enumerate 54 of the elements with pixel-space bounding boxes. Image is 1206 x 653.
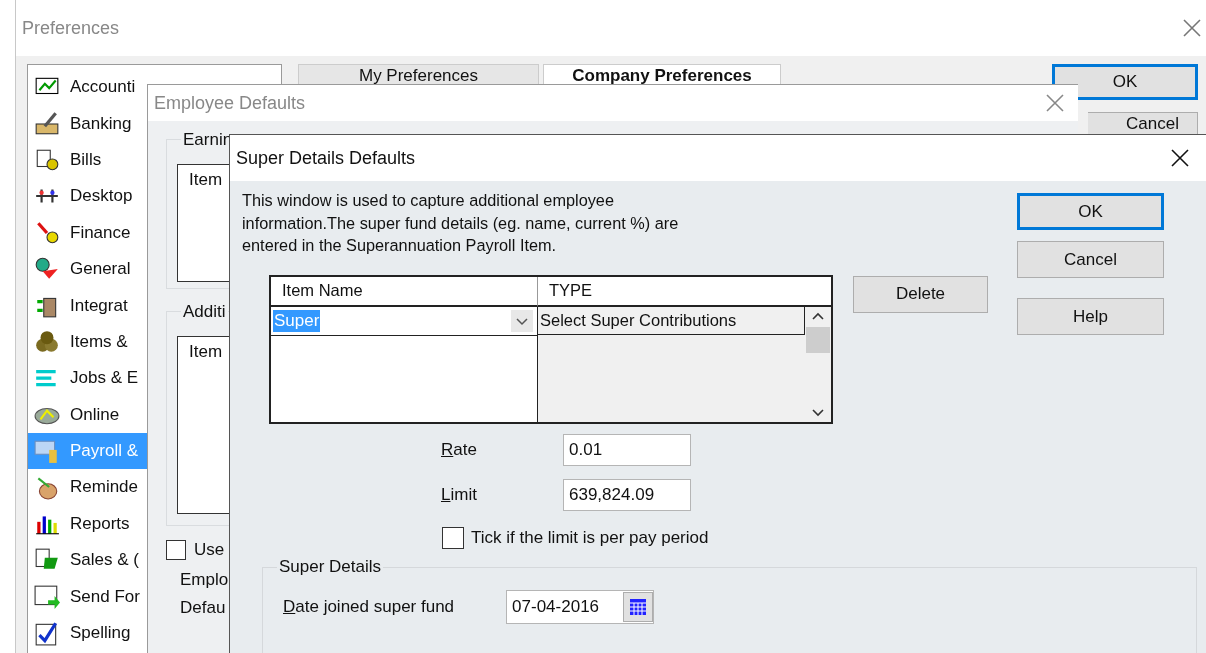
category-item[interactable]: Banking (28, 105, 147, 142)
column-header: Item Name (271, 276, 538, 307)
field-label: Rate (441, 439, 478, 460)
checkbox-label: Tick if the limit is per pay period (471, 527, 709, 548)
field-label: Date joined super fund (283, 596, 455, 617)
dialog-button[interactable]: OK (1017, 193, 1164, 230)
column-header: Item (189, 342, 223, 361)
calendar-icon[interactable] (629, 597, 648, 616)
window-title: Super Details Defaults (236, 147, 416, 169)
column-header: Item (189, 170, 223, 189)
preferences-tab[interactable]: Company Preferences (543, 64, 781, 85)
category-item[interactable]: Reminde (28, 469, 147, 506)
close-icon[interactable] (1171, 149, 1189, 167)
category-item[interactable]: Items & (28, 323, 147, 361)
dropdown-caret-icon[interactable] (511, 309, 533, 332)
category-item[interactable]: Bills (28, 141, 147, 179)
field-label: Emplo (180, 570, 229, 590)
rate-field[interactable]: 0.01 (563, 433, 691, 466)
description-text: This window is used to capture additional employee information.The super fund details (eg. name, current %) are entered in the Superannuation Payroll Item. (242, 190, 680, 256)
field-label: Limit (441, 484, 478, 505)
envelope-icon (34, 583, 60, 610)
category-item[interactable]: Online (28, 396, 147, 433)
category-item[interactable]: Accounti (28, 69, 147, 106)
category-item[interactable]: Jobs & E (28, 360, 147, 397)
date-field[interactable]: 07-04-2016 (506, 589, 655, 624)
limit-field[interactable]: 639,824.09 (563, 478, 691, 511)
category-item[interactable]: Integrat (28, 287, 147, 324)
pen-icon (34, 110, 60, 137)
dialog-button[interactable]: Help (1017, 298, 1164, 335)
checkbox-label: Use (194, 540, 225, 560)
dialog-button[interactable]: Cancel (1017, 241, 1164, 278)
category-item[interactable]: Sales & ( (28, 542, 147, 579)
chevron-down-icon[interactable] (811, 407, 825, 418)
window-title: Preferences (22, 17, 120, 39)
type-cell[interactable]: Select Super Contributions (538, 306, 805, 335)
preferences-tab[interactable]: My Preferences (298, 64, 539, 85)
scroll-thumb[interactable] (806, 326, 830, 353)
category-item[interactable]: Finance (28, 214, 147, 251)
delete-button[interactable]: Delete (853, 275, 988, 313)
category-item[interactable]: Send For (28, 578, 147, 615)
field-label: Defau (180, 598, 226, 618)
use-checkbox[interactable] (166, 540, 186, 560)
dialog-button[interactable]: Cancel (1088, 112, 1198, 134)
chevron-up-icon[interactable] (811, 310, 825, 321)
per-period-checkbox[interactable] (442, 526, 464, 549)
card-icon (34, 438, 60, 465)
window-title: Employee Defaults (154, 92, 306, 114)
category-item[interactable]: General (28, 250, 147, 288)
category-item[interactable]: Reports (28, 505, 147, 543)
checkmark-icon (34, 620, 60, 647)
category-item[interactable]: Desktop (28, 178, 147, 215)
coins-icon (34, 328, 60, 355)
category-item[interactable]: Spelling (28, 614, 147, 652)
dialog-button[interactable]: OK (1052, 64, 1198, 100)
